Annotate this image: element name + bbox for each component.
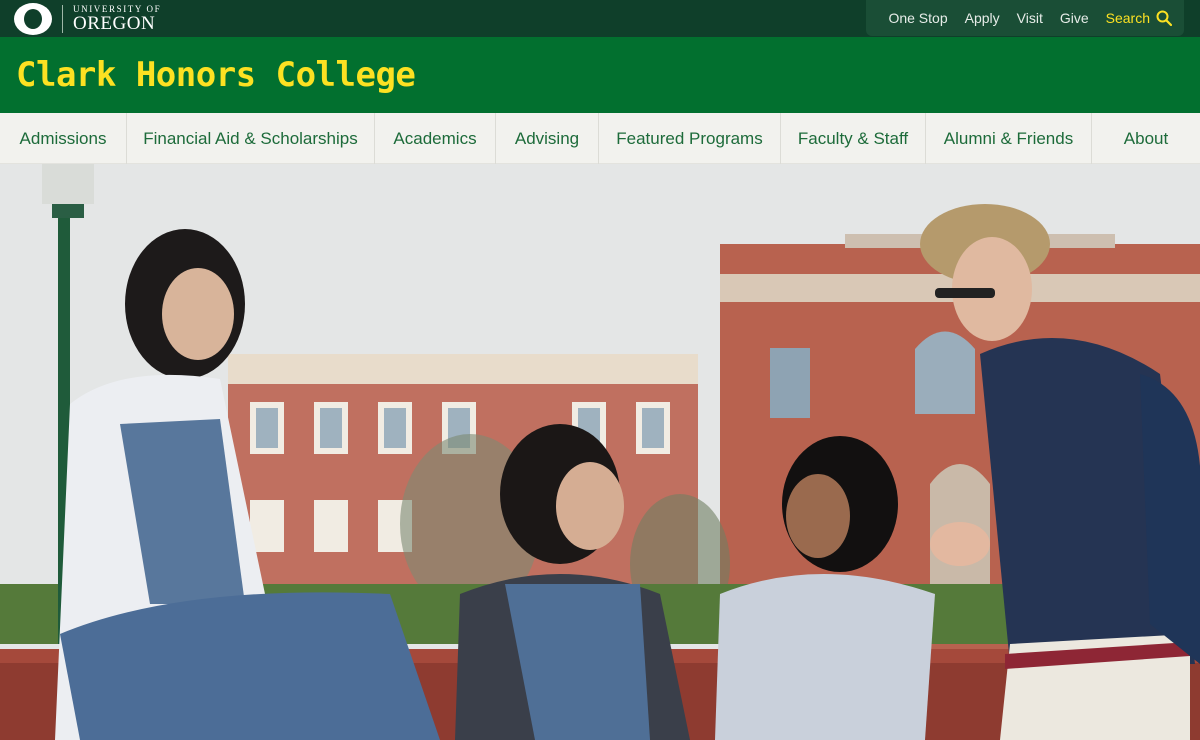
wordmark-big: OREGON	[73, 13, 156, 34]
nav-item-faculty-staff[interactable]: Faculty & Staff	[781, 113, 926, 164]
util-link-apply[interactable]: Apply	[965, 10, 1000, 26]
util-link-one-stop[interactable]: One Stop	[888, 10, 947, 26]
hero-image	[0, 164, 1200, 740]
logo-divider	[62, 5, 63, 33]
search-icon	[1156, 10, 1172, 26]
util-link-give[interactable]: Give	[1060, 10, 1089, 26]
university-wordmark: UNIVERSITY OF OREGON	[73, 4, 161, 34]
nav-item-about[interactable]: About	[1092, 113, 1200, 164]
search-button[interactable]: Search	[1106, 10, 1172, 26]
site-title-link[interactable]: Clark Honors College	[16, 55, 416, 95]
nav-item-academics[interactable]: Academics	[375, 113, 496, 164]
main-nav: Admissions Financial Aid & Scholarships …	[0, 113, 1200, 164]
search-label: Search	[1105, 10, 1150, 26]
nav-item-featured-programs[interactable]: Featured Programs	[599, 113, 781, 164]
hero-photo-illustration	[0, 164, 1200, 740]
top-utility-bar: UNIVERSITY OF OREGON One Stop Apply Visi…	[0, 0, 1200, 37]
nav-item-admissions[interactable]: Admissions	[0, 113, 127, 164]
nav-item-advising[interactable]: Advising	[496, 113, 599, 164]
utility-nav: One Stop Apply Visit Give Search	[866, 0, 1184, 36]
nav-item-financial-aid[interactable]: Financial Aid & Scholarships	[127, 113, 375, 164]
university-logo-link[interactable]: UNIVERSITY OF OREGON	[14, 2, 161, 36]
college-title-band: Clark Honors College	[0, 37, 1200, 113]
util-link-visit[interactable]: Visit	[1017, 10, 1043, 26]
nav-item-alumni-friends[interactable]: Alumni & Friends	[926, 113, 1092, 164]
o-logo-icon	[14, 3, 52, 35]
